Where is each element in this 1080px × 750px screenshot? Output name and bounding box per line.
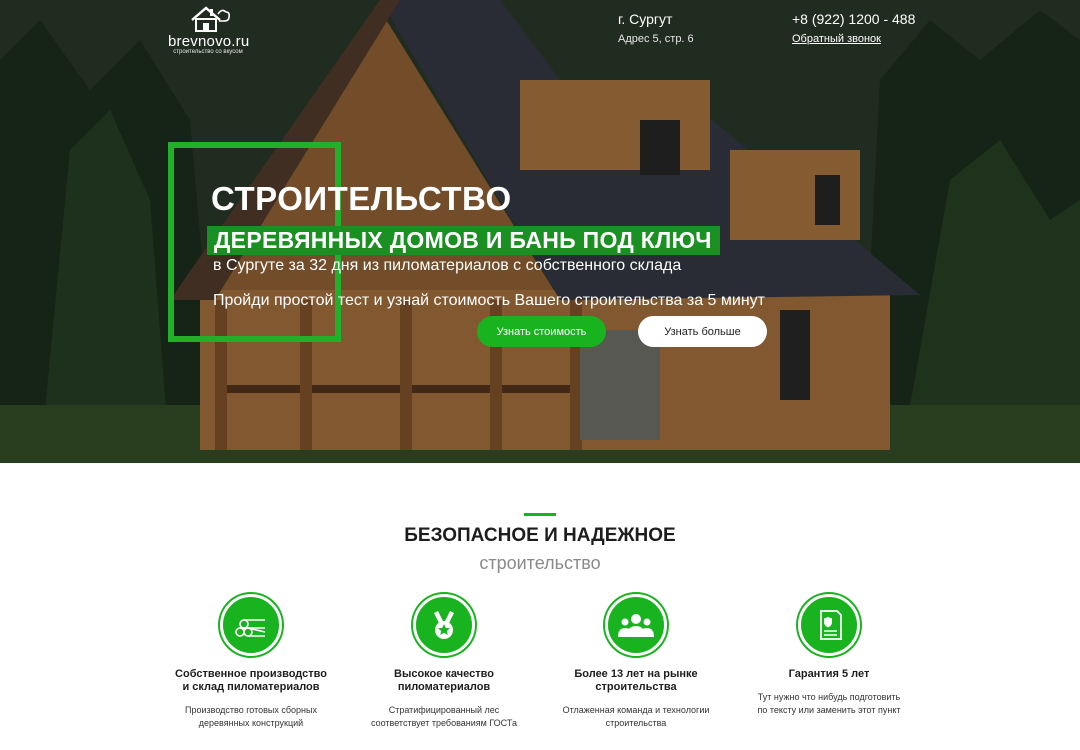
- feature-card: Собственное производство и склад пиломат…: [161, 594, 341, 730]
- certificate-icon: [798, 594, 860, 656]
- medal-icon: [413, 594, 475, 656]
- logo-tagline: строительство со вкусом: [173, 49, 243, 55]
- feature-text: Производство готовых сборных: [185, 705, 317, 715]
- hero-section: brevnovo.ru строительство со вкусом г. С…: [0, 0, 1080, 463]
- feature-title: строительства: [595, 681, 677, 693]
- feature-text: деревянных конструкций: [198, 718, 304, 728]
- hero-title-highlight: ДЕРЕВЯННЫХ ДОМОВ И БАНЬ ПОД КЛЮЧ: [207, 226, 720, 255]
- team-icon: [605, 594, 667, 656]
- hero-pitch: Пройди простой тест и узнай стоимость Ва…: [213, 292, 765, 309]
- section-accent-line: [524, 513, 556, 516]
- get-price-button[interactable]: Узнать стоимость: [477, 316, 606, 347]
- feature-title: Более 13 лет на рынке: [574, 668, 698, 680]
- feature-title: пиломатериалов: [397, 681, 491, 693]
- feature-text: строительства: [605, 718, 667, 728]
- feature-text: Отлаженная команда и технологии: [562, 705, 710, 715]
- address-label: Адрес 5, стр. 6: [618, 33, 694, 45]
- feature-title: и склад пиломатериалов: [182, 681, 320, 693]
- feature-title: Гарантия 5 лет: [788, 668, 870, 680]
- feature-card: Высокое качество пиломатериалов Стратифи…: [354, 594, 534, 730]
- section-subtitle: строительство: [479, 553, 601, 573]
- hero-title: СТРОИТЕЛЬСТВО: [211, 180, 512, 217]
- phone-number[interactable]: +8 (922) 1200 - 488: [792, 11, 915, 27]
- feature-text: соответствует требованиям ГОСТа: [371, 718, 517, 728]
- feature-card: Гарантия 5 лет Тут нужно что нибудь подг…: [739, 594, 919, 717]
- logs-icon: [220, 594, 282, 656]
- feature-card: Более 13 лет на рынке строительства Отла…: [546, 594, 726, 730]
- feature-text: Стратифицированный лес: [388, 705, 500, 715]
- callback-link[interactable]: Обратный звонок: [792, 33, 881, 45]
- learn-more-button[interactable]: Узнать больше: [638, 316, 767, 347]
- feature-title: Собственное производство: [175, 668, 327, 680]
- site-logo[interactable]: brevnovo.ru строительство со вкусом: [168, 4, 250, 56]
- logo-text: brevnovo.ru: [168, 33, 250, 50]
- feature-title: Высокое качество: [394, 668, 494, 680]
- feature-text: по тексту или заменить этот пункт: [757, 705, 901, 715]
- section-title: БЕЗОПАСНОЕ И НАДЕЖНОЕ: [404, 525, 676, 546]
- house-logo-icon: [191, 6, 230, 32]
- city-label: г. Сургут: [618, 11, 673, 27]
- feature-text: Тут нужно что нибудь подготовить: [757, 692, 901, 702]
- hero-subtitle: в Сургуте за 32 дня из пиломатериалов с …: [213, 257, 682, 274]
